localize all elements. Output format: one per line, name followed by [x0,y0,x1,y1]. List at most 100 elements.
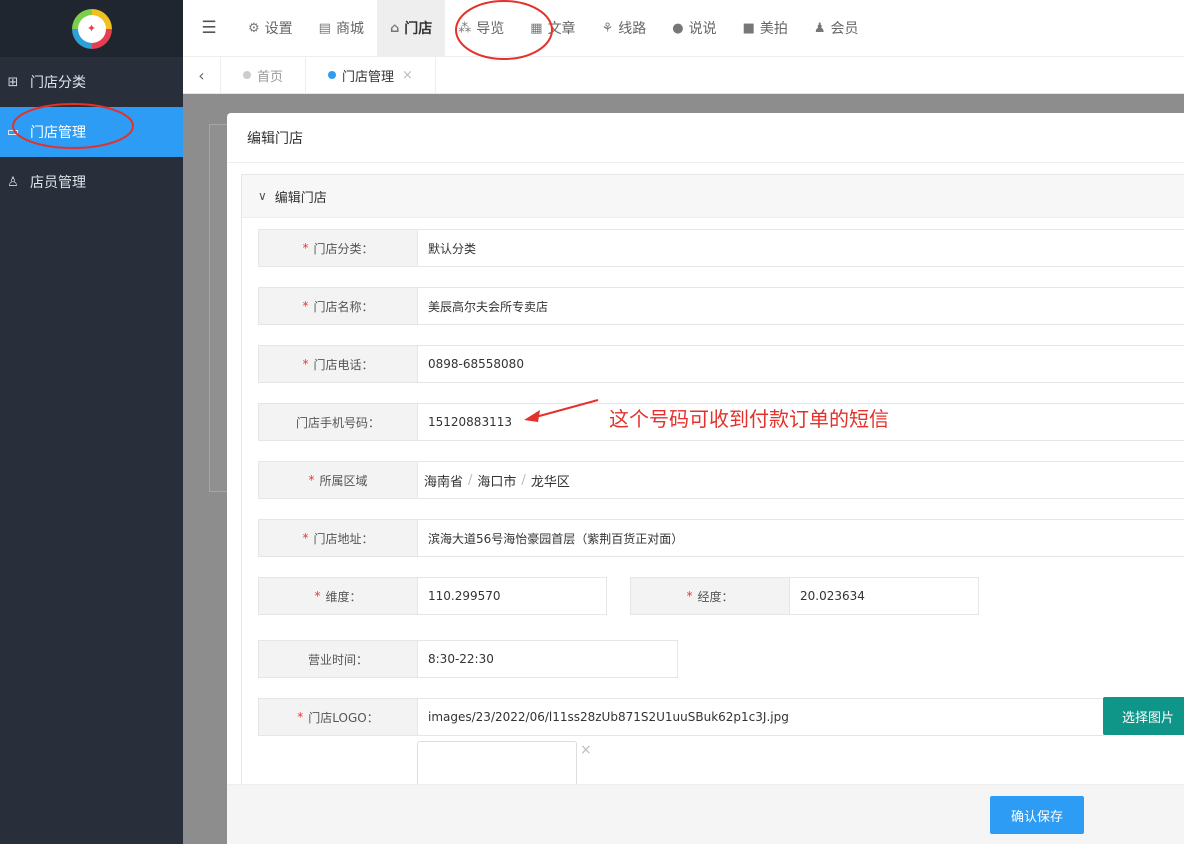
field-address: * 门店地址： 滨海大道56号海怡豪园首层（紫荆百货正对面） [258,519,1184,557]
required-mark: * [302,357,309,371]
nav-label: 线路 [618,21,647,37]
section-title: 编辑门店 [274,190,327,206]
remove-image-icon[interactable]: × [580,742,592,758]
nav-mall[interactable]: ▤ 商城 [306,0,377,57]
label-text: 门店分类： [313,241,374,256]
nav-routes[interactable]: ⚘ 线路 [589,0,660,57]
tab-home[interactable]: 首页 [221,56,307,94]
user-icon: ♙ [7,174,19,190]
nav-photos[interactable]: ■ 美拍 [730,0,801,57]
chevron-left-icon[interactable]: ‹ [183,56,221,94]
form-card: ∨ 编辑门店 * 门店分类： 默认分类 * 门店名称： 美辰高尔夫会所专卖店 * 门店… [241,174,1184,794]
users-icon: ♟ [813,20,826,36]
confirm-save-button[interactable]: 确认保存 [990,796,1084,834]
edit-store-dialog: 编辑门店 ∨ 编辑门店 * 门店分类： 默认分类 * 门店名称： 美辰高尔夫会所专卖… [227,113,1184,844]
region-cascader[interactable]: 海南省 / 海口市 / 龙华区 [418,461,1184,499]
business-hours-input[interactable]: 8:30-22:30 [418,640,678,678]
label-text: 门店LOGO： [308,710,379,725]
sidebar: ✦ ⊞ 门店分类 ▭ 门店管理 ♙ 店员管理 [0,0,183,844]
required-mark: * [314,589,321,603]
field-label: * 门店电话： [258,345,418,383]
province-value: 海南省 [424,474,464,490]
required-mark: * [302,299,309,313]
nav-members[interactable]: ♟ 会员 [801,0,872,57]
field-label: * 维度： [258,577,418,615]
field-name: * 门店名称： 美辰高尔夫会所专卖店 [258,287,1184,325]
sidebar-item-label: 门店管理 [30,125,86,141]
field-category: * 门店分类： 默认分类 [258,229,1184,267]
nav-label: 会员 [830,21,859,37]
required-mark: * [297,710,304,724]
field-logo: * 门店LOGO： images/23/2022/06/l11ss28zUb871… [258,698,1104,736]
nav-guide[interactable]: ⁂ 导览 [445,0,517,57]
sidebar-item-staff-management[interactable]: ♙ 店员管理 [0,157,183,207]
nav-settings[interactable]: ⚙ 设置 [235,0,306,57]
select-image-button[interactable]: 选择图片 [1103,697,1184,735]
label-text: 所属区域 [319,473,368,488]
shop-icon: ▤ [318,20,331,36]
region-separator: / [468,472,473,488]
sidebar-item-store-category[interactable]: ⊞ 门店分类 [0,57,183,107]
label-text: 门店电话： [313,357,374,372]
nav-label: 美拍 [759,21,788,37]
required-mark: * [686,589,693,603]
nav-posts[interactable]: ● 说说 [659,0,729,57]
nav-label: 门店 [404,21,433,37]
region-separator: / [521,472,526,488]
city-value: 海口市 [477,474,517,490]
required-mark: * [308,473,315,487]
gears-icon: ⚙ [248,20,260,36]
field-label: 门店手机号码： [258,403,418,441]
logo-area: ✦ [0,0,183,57]
tab-label: 首页 [257,69,284,85]
nav-store[interactable]: ⌂ 门店 [376,0,446,57]
dialog-footer: 确认保存 [227,784,1184,844]
tab-store-management[interactable]: 门店管理 × [306,56,436,94]
bank-icon: ⌂ [389,20,400,36]
field-region: * 所属区域 海南省 / 海口市 / 龙华区 [258,461,1184,499]
top-navigation: ☰ ⚙ 设置 ▤ 商城 ⌂ 门店 ⁂ 导览 ▦ 文章 ⚘ 线路 ● 说说 ■ 美拍 ♟ 会员 [183,0,1184,57]
dialog-title: 编辑门店 [227,113,1184,163]
cubes-icon: ⁂ [458,20,472,36]
sidebar-item-label: 门店分类 [30,75,86,91]
newspaper-icon: ▦ [530,20,543,36]
category-select[interactable]: 默认分类 [418,229,1184,267]
field-label: * 经度： [630,577,790,615]
label-text: 门店名称： [313,299,374,314]
nav-label: 商城 [335,21,364,37]
store-name-input[interactable]: 美辰高尔夫会所专卖店 [418,287,1184,325]
district-value: 龙华区 [530,474,570,490]
brand-logo[interactable]: ✦ [71,8,112,49]
sidebar-item-store-management[interactable]: ▭ 门店管理 [0,107,183,157]
tab-dot [243,71,251,79]
store-address-input[interactable]: 滨海大道56号海怡豪园首层（紫荆百货正对面） [418,519,1184,557]
section-header[interactable]: ∨ 编辑门店 [242,175,1184,218]
chevron-down-icon: ∨ [258,189,267,203]
sidebar-item-label: 店员管理 [30,175,86,191]
field-hours: 营业时间： 8:30-22:30 [258,640,678,678]
menu-toggle-icon[interactable]: ☰ [183,0,235,57]
video-icon: ■ [742,20,755,36]
tab-label: 门店管理 [342,69,395,85]
longitude-input[interactable]: 20.023634 [790,577,979,615]
close-icon[interactable]: × [402,68,413,83]
field-label: * 门店名称： [258,287,418,325]
tab-dot [328,71,337,79]
label-text: 维度： [325,589,362,604]
store-phone-input[interactable]: 0898-68558080 [418,345,1184,383]
nav-label: 文章 [547,21,576,37]
nav-label: 说说 [688,21,717,37]
nav-label: 设置 [264,21,293,37]
required-mark: * [302,531,309,545]
field-phone: * 门店电话： 0898-68558080 [258,345,1184,383]
field-latitude: * 维度： 110.299570 [258,577,607,615]
latitude-input[interactable]: 110.299570 [418,577,607,615]
field-label: * 门店地址： [258,519,418,557]
logo-path-input[interactable]: images/23/2022/06/l11ss28zUb871S2U1uuSBu… [418,698,1104,736]
window-icon: ▭ [6,124,20,140]
label-text: 经度： [697,589,734,604]
label-text: 门店地址： [313,531,374,546]
nav-articles[interactable]: ▦ 文章 [517,0,588,57]
nav-label: 导览 [476,21,505,37]
field-label: * 所属区域 [258,461,418,499]
